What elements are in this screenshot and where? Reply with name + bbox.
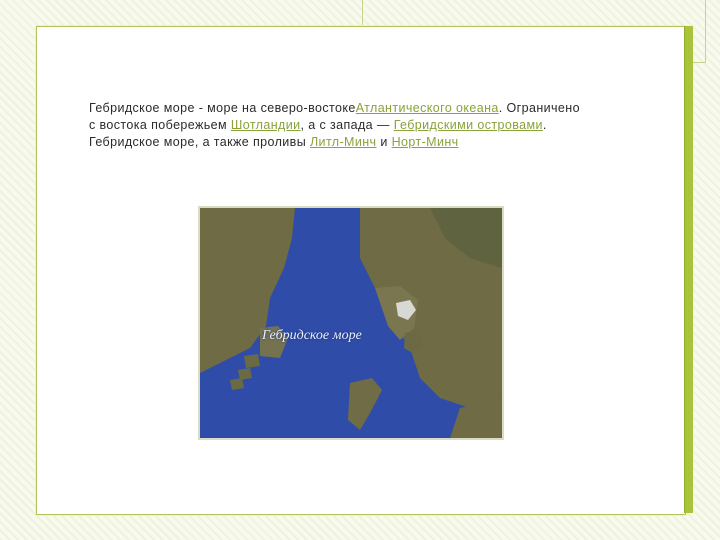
description-paragraph: Гебридское море - море на северо-востоке… — [89, 100, 589, 151]
text-segment: , а с запада — — [300, 118, 394, 132]
link-scotland[interactable]: Шотландии — [231, 118, 301, 132]
text-segment: и — [376, 135, 392, 149]
text-segment: Гебридское море - море на северо-востоке — [89, 101, 356, 115]
link-north-minch[interactable]: Норт-Минч — [392, 135, 459, 149]
sea-map-image — [198, 206, 504, 440]
link-little-minch[interactable]: Литл-Минч — [310, 135, 377, 149]
link-atlantic-ocean[interactable]: Атлантического океана — [356, 101, 499, 115]
accent-bar — [684, 26, 693, 513]
link-hebrides[interactable]: Гебридскими островами — [394, 118, 543, 132]
map-label: Гебридское море — [262, 328, 362, 343]
